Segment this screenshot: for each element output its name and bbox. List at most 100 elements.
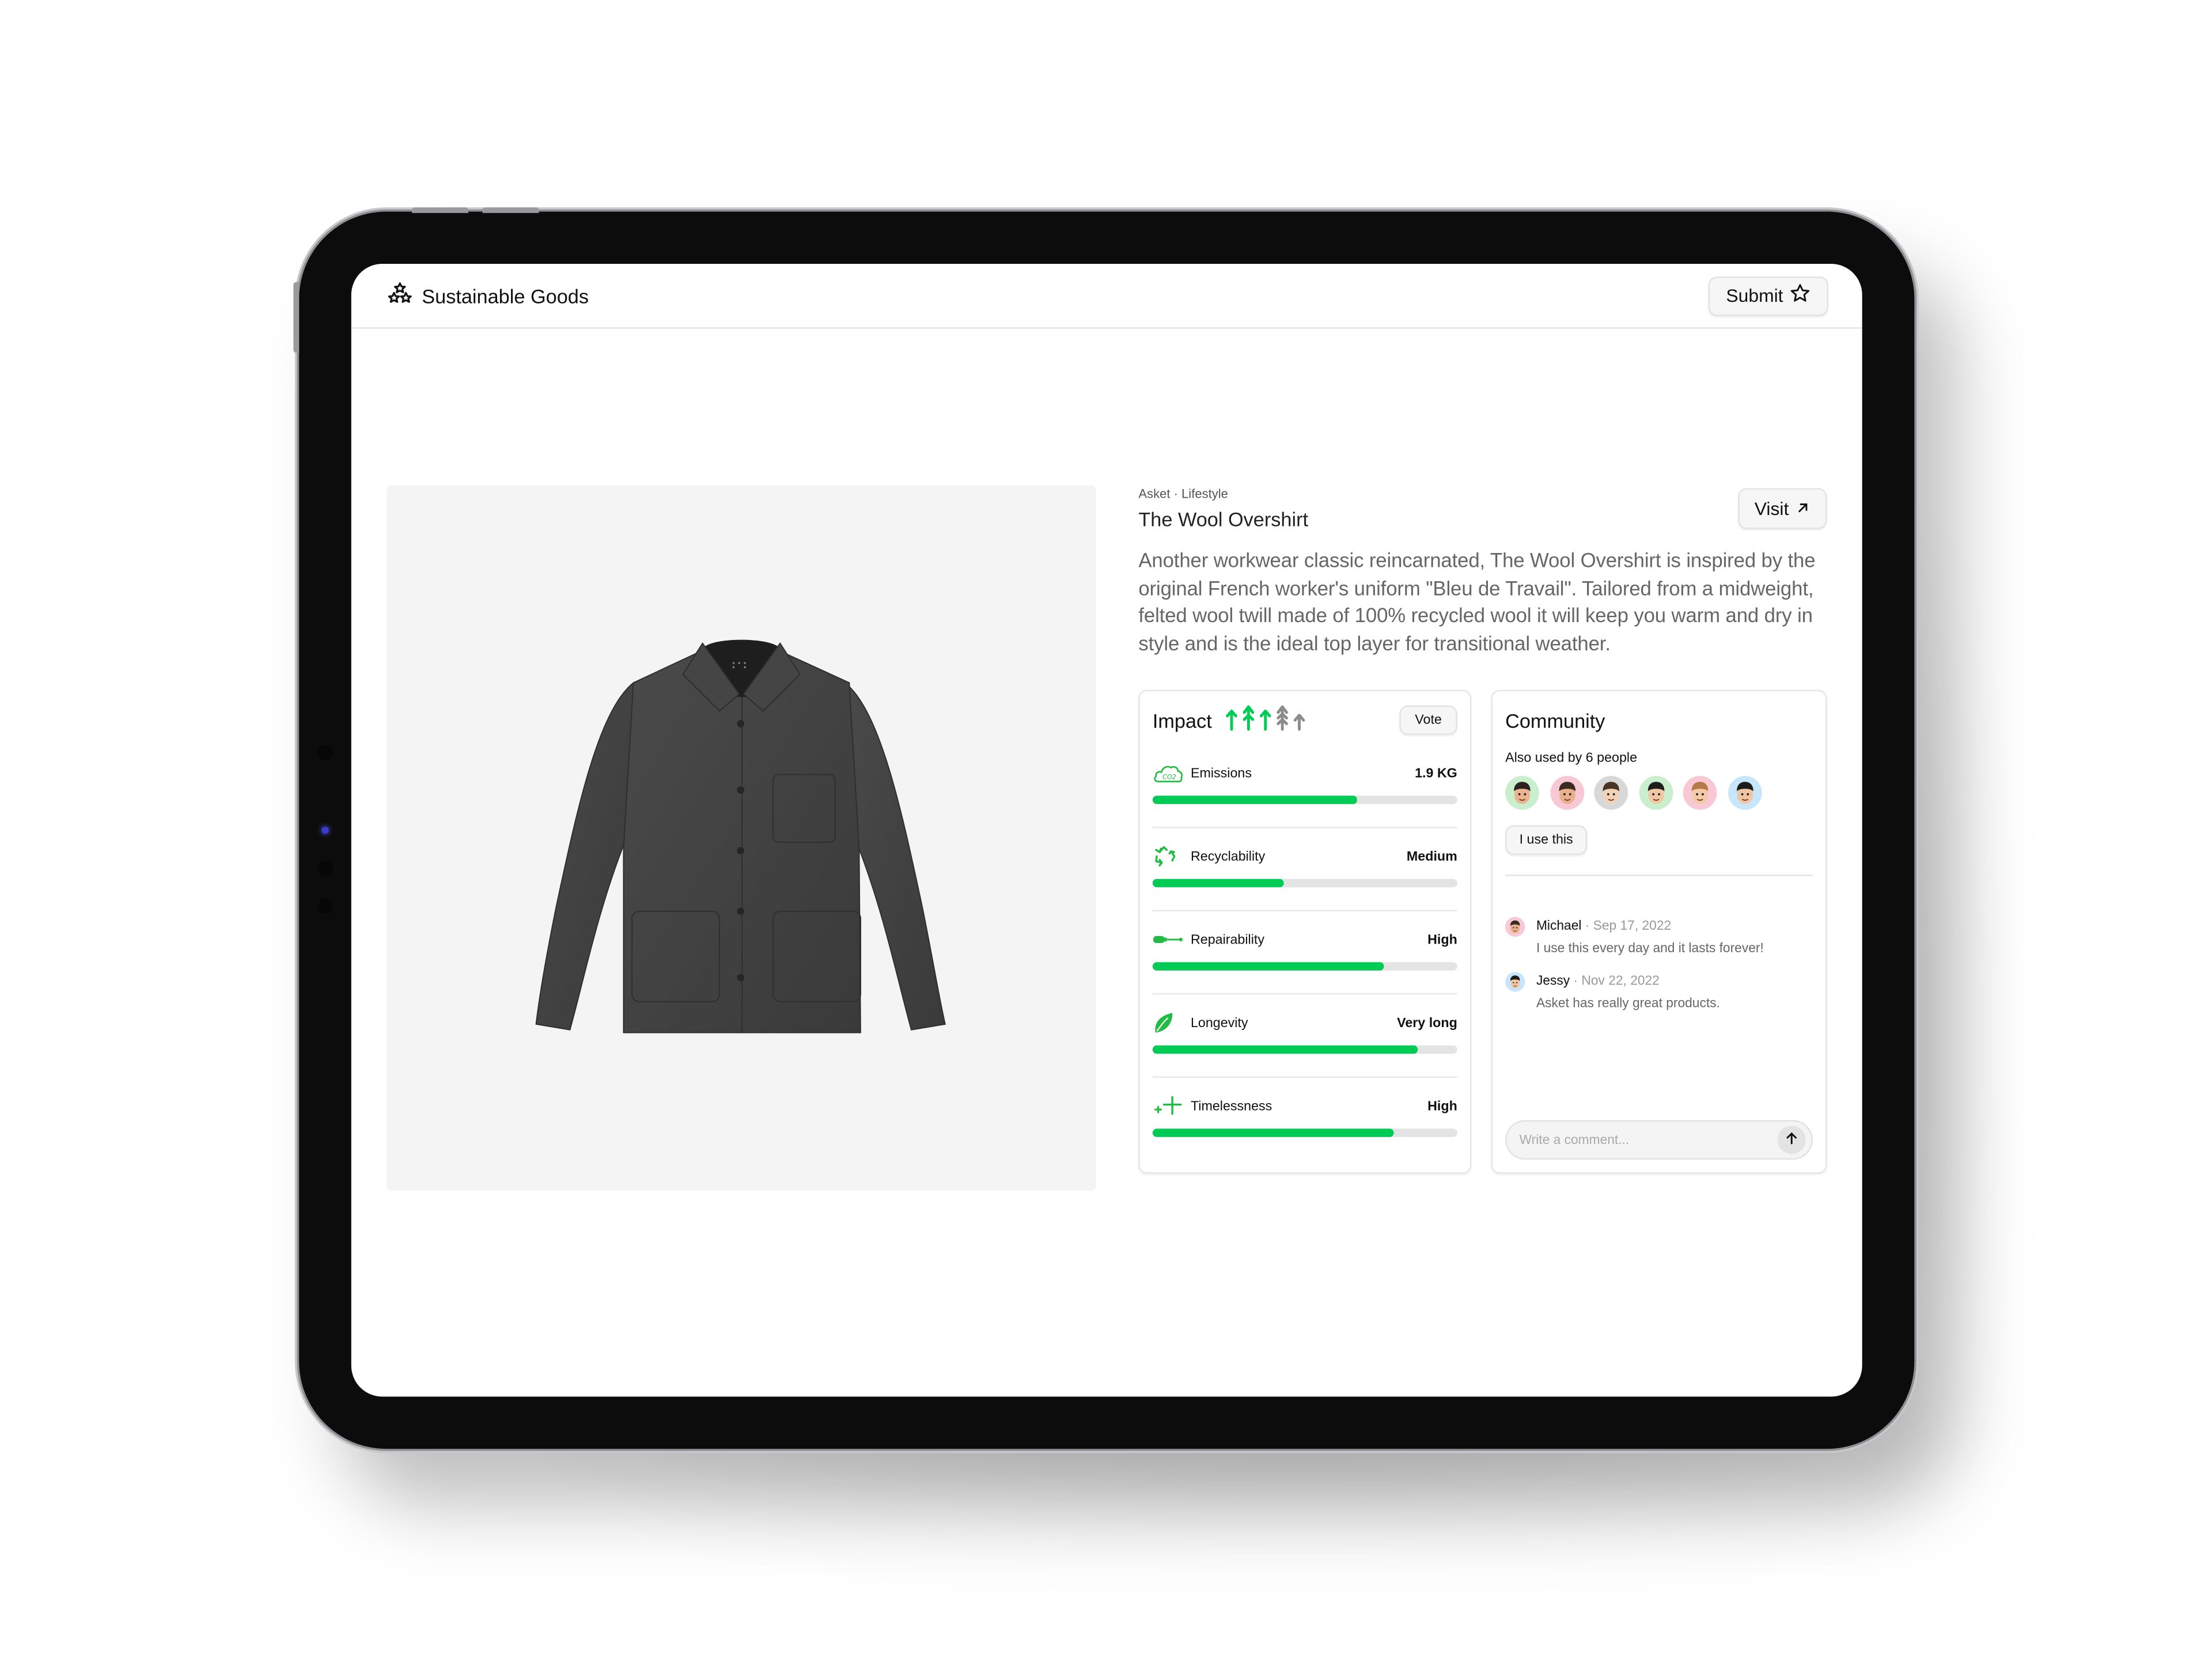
recycle-icon — [1153, 845, 1184, 868]
divider — [1505, 874, 1813, 876]
metric-progress-track — [1152, 962, 1457, 971]
avatar[interactable] — [1505, 916, 1525, 937]
brand[interactable]: Sustainable Goods — [388, 281, 589, 310]
sparkle-plus-icon — [1153, 1094, 1184, 1117]
tree-icon-filled — [1241, 704, 1255, 738]
tree-rating — [1225, 704, 1306, 738]
metric-row: Recyclability Medium — [1153, 845, 1457, 868]
avatar[interactable] — [1505, 972, 1525, 992]
tree-icon-filled — [1259, 708, 1272, 737]
impact-title: Impact — [1152, 709, 1212, 733]
impact-metric-recyclability: Recyclability Medium — [1152, 845, 1457, 913]
metric-row: Timelessness High — [1153, 1094, 1457, 1117]
comment-author[interactable]: Jessy — [1536, 974, 1570, 987]
tree-icon-empty — [1275, 704, 1289, 738]
metric-value: Very long — [1397, 1015, 1457, 1031]
app-header: Sustainable Goods Submit — [351, 264, 1862, 329]
comment-author[interactable]: Michael — [1536, 918, 1581, 932]
hardware-button — [412, 207, 469, 213]
metric-progress-track — [1152, 1045, 1457, 1054]
svg-text:CO2: CO2 — [1162, 773, 1176, 781]
submit-label: Submit — [1726, 285, 1783, 306]
metric-progress-fill — [1152, 1045, 1418, 1054]
visit-label: Visit — [1754, 498, 1789, 520]
avatar[interactable] — [1638, 775, 1673, 810]
avatar[interactable] — [1550, 775, 1584, 810]
impact-header: Impact Vote — [1152, 704, 1457, 738]
metric-label: Timelessness — [1190, 1098, 1272, 1114]
metric-progress-fill — [1152, 796, 1357, 804]
submit-button[interactable]: Submit — [1707, 275, 1828, 316]
product-info: Asket · Lifestyle The Wool Overshirt Vis… — [1138, 487, 1827, 660]
comment-box — [1505, 1120, 1813, 1160]
divider — [1152, 910, 1457, 912]
metric-value: 1.9 KG — [1415, 765, 1457, 781]
comment-meta: Jessy · Nov 22, 2022 — [1536, 974, 1660, 987]
screwdriver-icon — [1153, 928, 1184, 950]
divider — [1152, 993, 1457, 995]
hardware-button — [293, 282, 300, 353]
divider — [1152, 827, 1457, 828]
avatar[interactable] — [1727, 775, 1762, 810]
impact-metric-repairability: Repairability High — [1152, 928, 1457, 996]
product-image — [387, 485, 1096, 1191]
breadcrumb: Asket · Lifestyle — [1138, 486, 1228, 501]
visit-button[interactable]: Visit — [1737, 488, 1827, 529]
comment-text: Asket has really great products. — [1536, 995, 1720, 1010]
metric-row: CO2 Emissions 1.9 KG — [1153, 762, 1457, 784]
metric-value: High — [1427, 931, 1457, 948]
stage: Sustainable Goods Submit Asket · Lifesty… — [0, 0, 2212, 1659]
metric-label: Longevity — [1190, 1015, 1248, 1031]
star-outline-icon — [1790, 283, 1810, 308]
metric-label: Recyclability — [1190, 849, 1266, 865]
comment-input[interactable] — [1506, 1131, 1778, 1149]
metric-progress-fill — [1152, 878, 1284, 888]
avatar[interactable] — [1683, 775, 1717, 810]
divider — [1152, 1076, 1457, 1078]
comment-date: Nov 22, 2022 — [1581, 973, 1660, 988]
metric-progress-fill — [1152, 1128, 1393, 1137]
comment-text: I use this every day and it lasts foreve… — [1536, 941, 1764, 955]
camera-icon — [321, 827, 329, 834]
tablet-frame: Sustainable Goods Submit Asket · Lifesty… — [293, 207, 1915, 1449]
used-by-count: Also used by 6 people — [1505, 750, 1638, 766]
product-title: The Wool Overshirt — [1138, 507, 1309, 531]
impact-metric-emissions: CO2 Emissions 1.9 KG — [1152, 762, 1457, 830]
send-comment-button[interactable] — [1777, 1126, 1806, 1154]
metric-value: Medium — [1406, 849, 1457, 865]
three-stars-icon — [388, 281, 412, 310]
cards: Impact Vote CO2 Emissions 1.9 KG Recycla… — [1138, 690, 1827, 1174]
co2-cloud-icon: CO2 — [1153, 762, 1184, 784]
sensor — [317, 860, 333, 876]
metric-progress-track — [1152, 878, 1457, 888]
metric-label: Emissions — [1190, 765, 1252, 781]
metric-value: High — [1427, 1098, 1457, 1114]
avatar[interactable] — [1594, 775, 1628, 810]
metric-progress-fill — [1152, 962, 1384, 971]
metric-row: Repairability High — [1153, 928, 1457, 950]
user-avatars — [1505, 775, 1762, 810]
overshirt-illustration — [535, 639, 946, 1033]
metric-row: Longevity Very long — [1153, 1012, 1457, 1034]
sensor — [317, 745, 333, 761]
comment-date: Sep 17, 2022 — [1593, 918, 1672, 933]
community-title: Community — [1505, 709, 1605, 733]
i-use-this-button[interactable]: I use this — [1505, 825, 1588, 855]
sensor — [317, 899, 333, 914]
comment-meta: Michael · Sep 17, 2022 — [1536, 918, 1671, 932]
arrow-up-right-icon — [1796, 498, 1810, 519]
comment-separator: · — [1581, 918, 1593, 933]
comment-separator: · — [1570, 973, 1582, 988]
screen: Sustainable Goods Submit Asket · Lifesty… — [351, 263, 1862, 1397]
impact-metric-timelessness: Timelessness High — [1152, 1094, 1457, 1162]
impact-metric-longevity: Longevity Very long — [1152, 1012, 1457, 1080]
tree-icon-empty — [1292, 713, 1306, 738]
tree-icon-filled — [1225, 708, 1238, 737]
community-card: Community Also used by 6 people I use th… — [1491, 690, 1827, 1174]
hardware-button — [482, 207, 539, 213]
vote-button[interactable]: Vote — [1399, 705, 1457, 735]
metric-progress-track — [1152, 1128, 1457, 1137]
metric-label: Repairability — [1190, 931, 1264, 948]
leaf-icon — [1153, 1012, 1184, 1034]
avatar[interactable] — [1505, 775, 1539, 810]
